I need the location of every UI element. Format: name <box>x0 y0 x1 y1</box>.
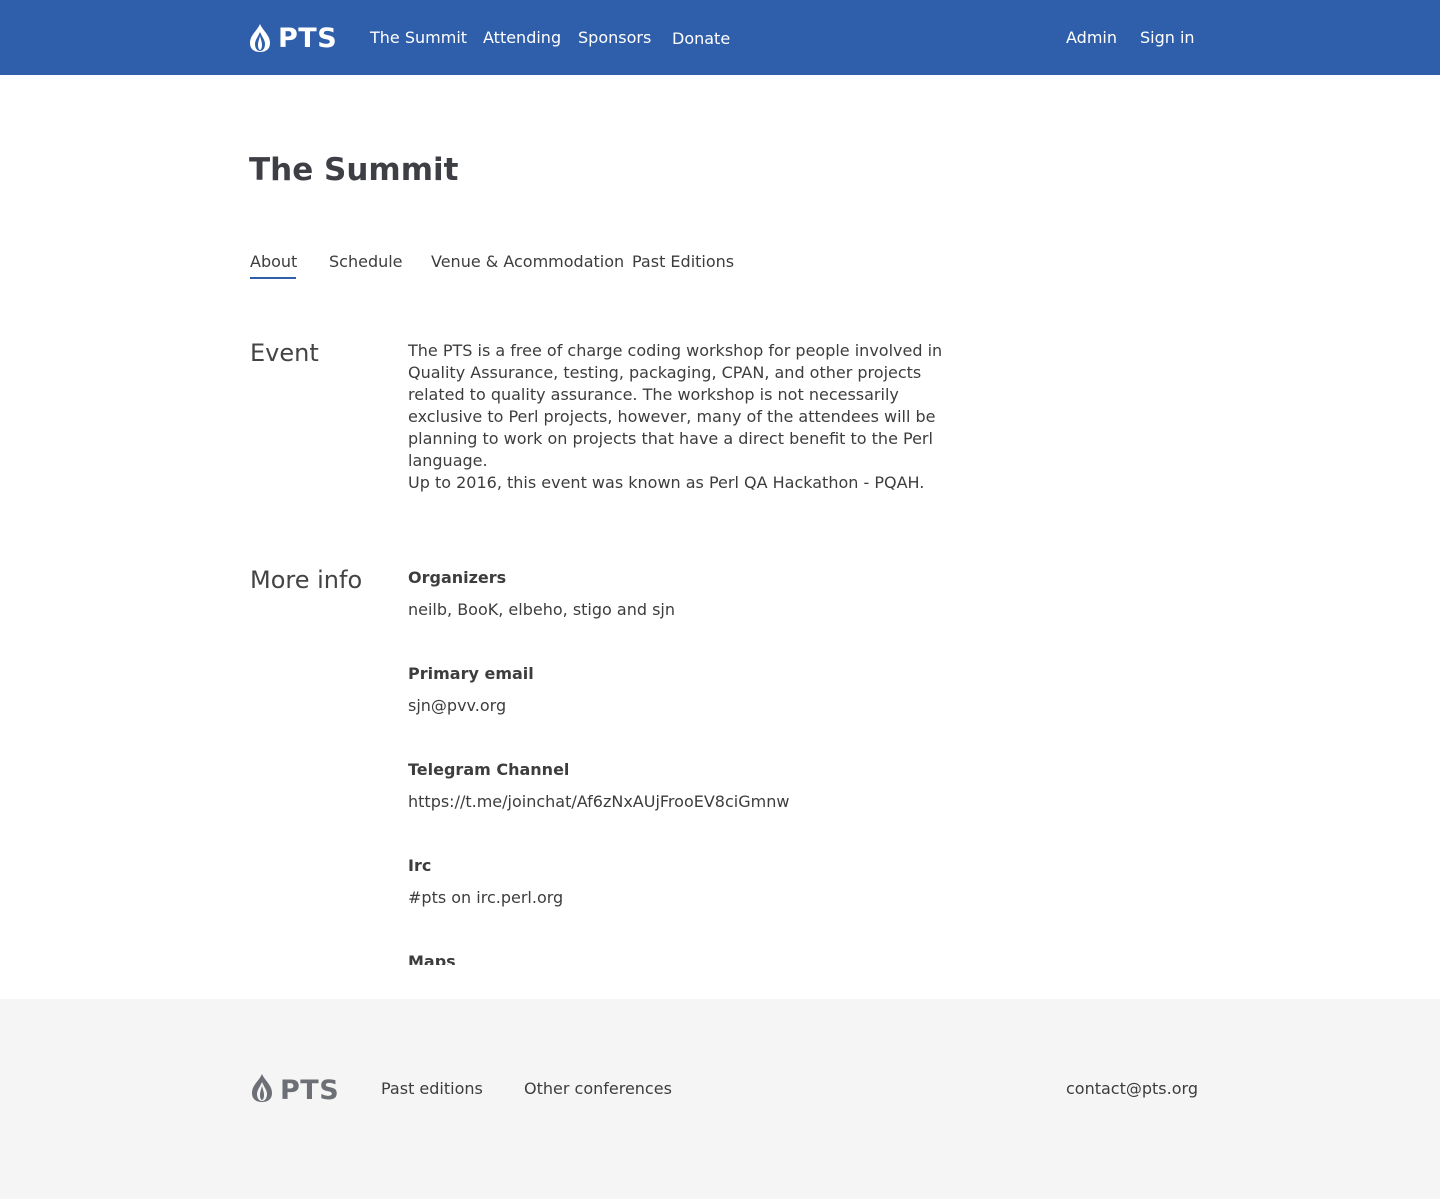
top-navigation-bar: PTS The Summit Attending Sponsors Donate… <box>0 0 1440 75</box>
more-info-list: Organizers neilb, BooK, elbeho, stigo an… <box>408 560 1008 965</box>
onion-icon <box>248 23 272 53</box>
page-footer: PTS Past editions Other conferences cont… <box>0 999 1440 1199</box>
footer-past-editions-link[interactable]: Past editions <box>381 1079 483 1098</box>
tab-past-editions[interactable]: Past Editions <box>632 252 734 271</box>
page-title: The Summit <box>249 152 459 188</box>
footer-other-conferences-link[interactable]: Other conferences <box>524 1079 672 1098</box>
nav-sponsors[interactable]: Sponsors <box>578 28 651 47</box>
more-info-heading: More info <box>250 566 363 594</box>
tab-about[interactable]: About <box>250 252 297 271</box>
nav-attending[interactable]: Attending <box>483 28 561 47</box>
logo-text: PTS <box>278 22 338 54</box>
tab-venue-accommodation[interactable]: Venue & Acommodation <box>431 252 624 271</box>
telegram-channel-link[interactable]: https://t.me/joinchat/Af6zNxAUjFrooEV8ci… <box>408 792 789 811</box>
event-description: The PTS is a free of charge coding works… <box>408 341 943 470</box>
telegram-channel-label: Telegram Channel <box>408 760 570 779</box>
tab-schedule[interactable]: Schedule <box>329 252 403 271</box>
home-logo-link[interactable]: PTS <box>248 22 337 54</box>
admin-link[interactable]: Admin <box>1066 28 1117 47</box>
footer-contact-email[interactable]: contact@pts.org <box>1066 1079 1198 1098</box>
primary-email-value[interactable]: sjn@pvv.org <box>408 696 506 715</box>
nav-the-summit[interactable]: The Summit <box>370 28 467 47</box>
footer-logo-link[interactable]: PTS <box>250 1073 339 1107</box>
footer-logo-text: PTS <box>280 1074 340 1106</box>
active-tab-indicator <box>250 277 296 279</box>
onion-icon <box>250 1073 274 1107</box>
irc-label: Irc <box>408 856 432 875</box>
organizers-value: neilb, BooK, elbeho, stigo and sjn <box>408 600 676 619</box>
maps-label: Maps <box>408 952 456 965</box>
event-heading: Event <box>250 339 319 367</box>
sign-in-link[interactable]: Sign in <box>1140 28 1195 47</box>
primary-email-label: Primary email <box>408 664 534 683</box>
event-history-note: Up to 2016, this event was known as Perl… <box>408 473 925 492</box>
irc-value: #pts on irc.perl.org <box>408 888 564 907</box>
organizers-label: Organizers <box>408 568 507 587</box>
nav-donate[interactable]: Donate <box>672 29 730 48</box>
